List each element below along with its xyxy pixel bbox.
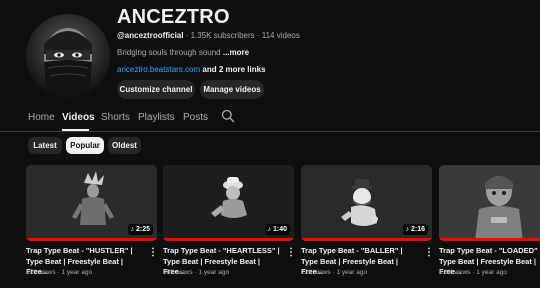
channel-meta: @anceztroofficial · 1.35K subscribers · … [117,31,300,40]
video-duration: ♪ 2:25 [127,224,153,235]
channel-stats: · 1.35K subscribers · 114 videos [185,31,300,40]
description-text: Bridging souls through sound [117,48,221,57]
tabs-divider [0,131,540,132]
filter-oldest[interactable]: Oldest [108,137,141,154]
video-metadata: 62K views · 1 year ago [26,269,93,276]
watch-progress-bar [163,238,294,241]
thumbnail-art [439,165,540,241]
tab-playlists[interactable]: Playlists [138,112,175,123]
description-more-link[interactable]: ...more [223,48,249,57]
tab-home[interactable]: Home [28,112,55,123]
music-note-icon: ♪ [405,226,410,233]
video-duration: ♪ 1:40 [264,224,290,235]
active-tab-indicator [62,129,89,131]
more-links-link[interactable]: and 2 more links [202,65,265,74]
watch-progress-bar [301,238,432,241]
watch-progress-bar [26,238,157,241]
filter-latest[interactable]: Latest [28,137,62,154]
tab-posts[interactable]: Posts [183,112,208,123]
more-actions-icon[interactable]: ⋮ [148,247,158,258]
video-thumbnail[interactable]: ♪ 1:40 [163,165,294,241]
music-note-icon: ♪ [130,226,135,233]
watch-progress-bar [439,238,540,241]
filter-popular[interactable]: Popular [66,137,104,154]
music-note-icon: ♪ [267,226,272,233]
channel-description[interactable]: Bridging souls through sound ...more [117,48,249,57]
more-actions-icon[interactable]: ⋮ [286,247,296,258]
manage-videos-button[interactable]: Manage videos [200,80,264,99]
channel-handle: @anceztroofficial [117,31,184,40]
video-thumbnail[interactable]: ♪ 2:16 [301,165,432,241]
video-thumbnail[interactable] [439,165,540,241]
more-actions-icon[interactable]: ⋮ [424,247,434,258]
customize-channel-button[interactable]: Customize channel [117,80,195,99]
tab-shorts[interactable]: Shorts [101,112,130,123]
search-icon[interactable] [221,109,235,128]
channel-links: anceztro.beatstars.com and 2 more links [117,65,266,74]
channel-link[interactable]: anceztro.beatstars.com [117,65,200,74]
video-metadata: 22K views · 1 year ago [301,269,368,276]
channel-name: ANCEZTRO [117,6,230,28]
channel-avatar[interactable] [26,14,110,98]
video-metadata: 38K views · 1 year ago [163,269,230,276]
video-metadata: 6.6K views · 1 year ago [439,269,507,276]
tab-videos[interactable]: Videos [62,112,95,123]
video-duration: ♪ 2:16 [402,224,428,235]
video-thumbnail[interactable]: ♪ 2:25 [26,165,157,241]
